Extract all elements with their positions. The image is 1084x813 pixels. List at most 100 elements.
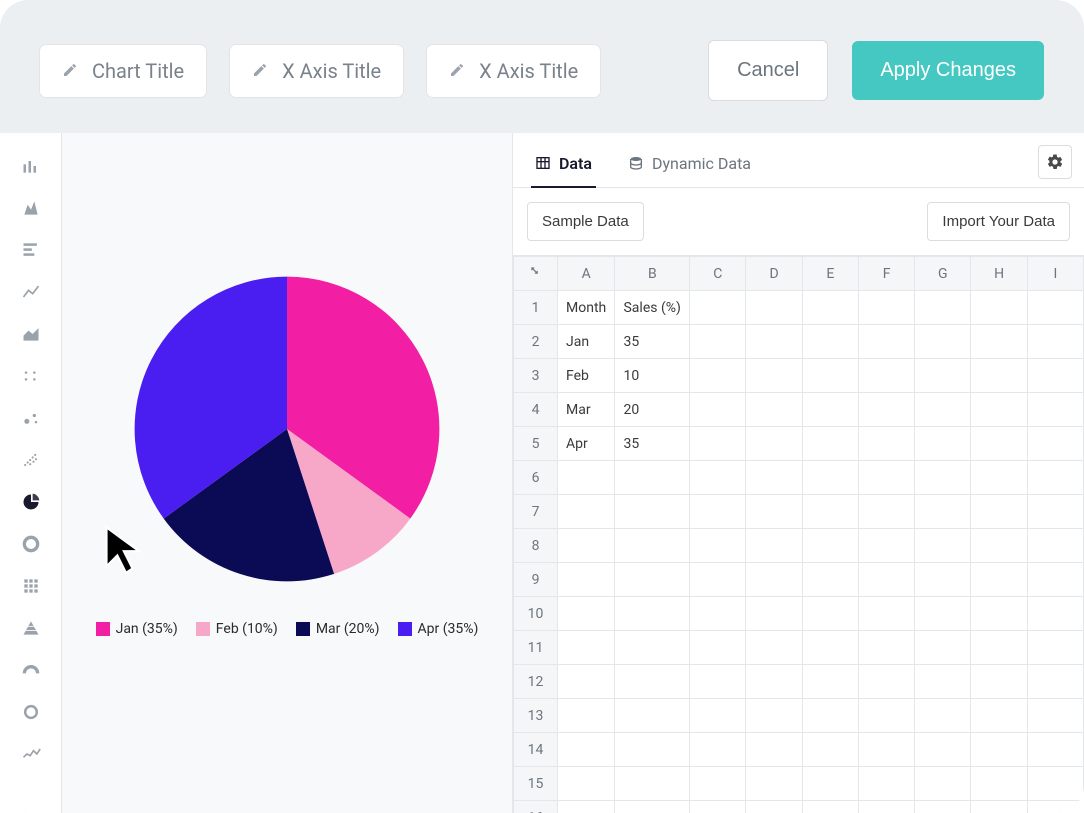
import-data-button[interactable]: Import Your Data [927, 202, 1070, 241]
cell[interactable] [1027, 563, 1083, 597]
cell[interactable] [558, 801, 615, 813]
cell[interactable] [690, 563, 746, 597]
row-header[interactable]: 6 [514, 461, 558, 495]
cell[interactable] [746, 665, 802, 699]
cell[interactable] [971, 529, 1027, 563]
bubble-chart-icon[interactable] [0, 397, 62, 439]
cell[interactable] [802, 733, 858, 767]
cell[interactable] [858, 359, 914, 393]
row-header[interactable]: 10 [514, 597, 558, 631]
cell[interactable] [746, 393, 802, 427]
cell[interactable] [858, 699, 914, 733]
apply-changes-button[interactable]: Apply Changes [852, 41, 1044, 100]
cell[interactable] [746, 597, 802, 631]
cell[interactable] [971, 767, 1027, 801]
heatmap-icon[interactable] [0, 565, 62, 607]
row-header[interactable]: 3 [514, 359, 558, 393]
cell[interactable] [615, 801, 690, 813]
cell[interactable] [1027, 801, 1083, 813]
cell[interactable] [690, 801, 746, 813]
settings-button[interactable] [1038, 145, 1072, 179]
cell[interactable] [915, 427, 971, 461]
cell[interactable] [558, 665, 615, 699]
cell[interactable] [858, 495, 914, 529]
cell[interactable] [858, 461, 914, 495]
row-header[interactable]: 16 [514, 801, 558, 813]
cell[interactable] [690, 529, 746, 563]
cell[interactable] [971, 597, 1027, 631]
cancel-button[interactable]: Cancel [708, 40, 828, 101]
cell[interactable] [971, 427, 1027, 461]
cell[interactable] [690, 597, 746, 631]
cell[interactable] [802, 767, 858, 801]
cell[interactable] [690, 631, 746, 665]
cell[interactable]: 10 [615, 359, 690, 393]
cell[interactable] [802, 563, 858, 597]
cell[interactable] [858, 563, 914, 597]
cell[interactable] [746, 359, 802, 393]
cell[interactable] [615, 529, 690, 563]
cell[interactable] [690, 427, 746, 461]
cell[interactable] [915, 801, 971, 813]
cell[interactable] [558, 529, 615, 563]
cell[interactable] [858, 631, 914, 665]
cell[interactable] [1027, 325, 1083, 359]
cell[interactable] [1027, 291, 1083, 325]
cell[interactable] [615, 461, 690, 495]
cell[interactable] [746, 461, 802, 495]
horizontal-bar-icon[interactable] [0, 229, 62, 271]
cell[interactable] [690, 699, 746, 733]
gauge-icon[interactable] [0, 649, 62, 691]
cell[interactable] [915, 359, 971, 393]
spreadsheet[interactable]: ABCDEFGHI1MonthSales (%)2Jan353Feb104Mar… [513, 255, 1084, 813]
ring-icon[interactable] [0, 691, 62, 733]
column-header[interactable]: D [746, 257, 802, 291]
cell[interactable] [971, 393, 1027, 427]
area-chart-icon[interactable] [0, 313, 62, 355]
cell[interactable] [915, 291, 971, 325]
bar-chart-icon[interactable] [0, 145, 62, 187]
cell[interactable] [971, 733, 1027, 767]
cell[interactable] [746, 495, 802, 529]
cell[interactable] [615, 597, 690, 631]
column-header[interactable]: E [802, 257, 858, 291]
histogram-icon[interactable] [0, 187, 62, 229]
cell[interactable] [558, 597, 615, 631]
cell[interactable] [690, 461, 746, 495]
cell[interactable] [915, 699, 971, 733]
cell[interactable] [915, 665, 971, 699]
cell[interactable]: Apr [558, 427, 615, 461]
cell[interactable] [915, 495, 971, 529]
row-header[interactable]: 1 [514, 291, 558, 325]
cell[interactable] [971, 801, 1027, 813]
cell[interactable] [1027, 529, 1083, 563]
cell[interactable] [915, 529, 971, 563]
cell[interactable] [858, 665, 914, 699]
cell[interactable] [971, 291, 1027, 325]
cell[interactable] [615, 495, 690, 529]
cell[interactable] [1027, 699, 1083, 733]
pyramid-icon[interactable] [0, 607, 62, 649]
cell[interactable] [858, 597, 914, 631]
cell[interactable] [558, 563, 615, 597]
pie-chart-icon[interactable] [0, 481, 62, 523]
cell[interactable] [802, 665, 858, 699]
cell[interactable] [915, 461, 971, 495]
cell[interactable] [746, 529, 802, 563]
cell[interactable] [858, 325, 914, 359]
cell[interactable] [802, 631, 858, 665]
cell[interactable] [1027, 597, 1083, 631]
cell[interactable] [971, 461, 1027, 495]
cell[interactable] [558, 767, 615, 801]
cell[interactable] [915, 767, 971, 801]
column-header[interactable]: G [915, 257, 971, 291]
cell[interactable] [1027, 631, 1083, 665]
cell[interactable] [802, 461, 858, 495]
cell[interactable]: Feb [558, 359, 615, 393]
row-header[interactable]: 5 [514, 427, 558, 461]
scatter-dense-icon[interactable] [0, 439, 62, 481]
cell[interactable] [558, 461, 615, 495]
cell[interactable] [971, 563, 1027, 597]
cell[interactable] [858, 801, 914, 813]
cell[interactable] [915, 631, 971, 665]
